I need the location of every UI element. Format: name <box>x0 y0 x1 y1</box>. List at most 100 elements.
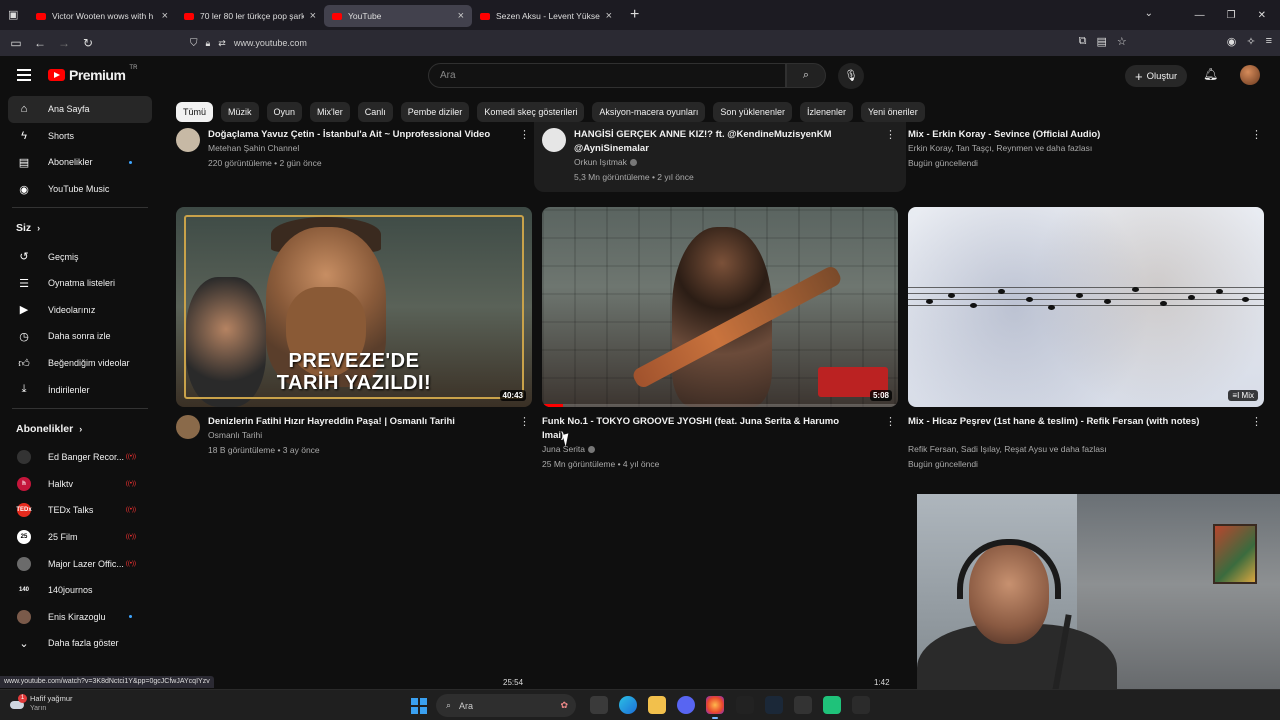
tab-list-icon[interactable]: ▣ <box>8 8 18 21</box>
shield-icon[interactable]: ⛉ <box>190 38 198 49</box>
filter-chip[interactable]: Oyun <box>266 102 303 122</box>
picture-in-picture-icon[interactable]: ⧉ <box>1079 35 1087 48</box>
close-tab-icon[interactable]: × <box>162 10 168 22</box>
sidebar-item-oynatma-listeleri[interactable]: ☰ Oynatma listeleri <box>0 270 160 297</box>
address-bar[interactable]: ⛉ 🔒︎ ⇄ www.youtube.com <box>190 38 307 49</box>
sidebar-section-subscriptions[interactable]: Abonelikler › <box>0 414 160 444</box>
restore-icon[interactable]: ❐ <box>1227 10 1236 21</box>
create-button[interactable]: + Oluştur <box>1125 65 1188 87</box>
more-options-icon[interactable]: ⋮ <box>519 128 530 141</box>
filter-chip[interactable]: Yeni öneriler <box>860 102 925 122</box>
channel-name[interactable]: Refik Fersan, Sadi Işılay, Reşat Aysu ve… <box>908 444 1107 454</box>
avatar[interactable] <box>1240 65 1260 85</box>
filter-chip[interactable]: Canlı <box>357 102 393 122</box>
browser-tab-active[interactable]: YouTube × <box>324 5 472 27</box>
windows-start-icon[interactable] <box>411 698 427 714</box>
file-explorer-icon[interactable] <box>648 696 666 714</box>
search-button[interactable]: ⌕ <box>786 63 826 88</box>
channel-name[interactable]: Erkin Koray, Tan Taşçı, Reynmen ve daha … <box>908 143 1092 153</box>
sidebar-item-beğendiğim-videolar[interactable]: 👍︎ Beğendiğim videolar <box>0 350 160 377</box>
close-tab-icon[interactable]: × <box>606 10 612 22</box>
video-title[interactable]: Mix - Erkin Koray - Sevince (Official Au… <box>908 128 1218 142</box>
filter-chip[interactable]: Komedi skeç gösterileri <box>477 102 585 122</box>
channel-name[interactable]: Osmanlı Tarihi <box>208 430 262 440</box>
url-text[interactable]: www.youtube.com <box>234 38 307 48</box>
bookmark-star-icon[interactable]: ☆ <box>1117 35 1127 48</box>
sidebar-subscription-item[interactable]: TEDx TEDx Talks ((•)) <box>0 497 160 524</box>
youtube-premium-logo[interactable]: Premium TR <box>48 65 137 83</box>
more-options-icon[interactable]: ⋮ <box>1251 128 1262 141</box>
sidebar-subscription-item[interactable]: Enis Kirazoglu <box>0 604 160 631</box>
app-icon[interactable] <box>823 696 841 714</box>
channel-avatar[interactable] <box>176 415 200 439</box>
edge-browser-icon[interactable] <box>619 696 637 714</box>
filter-chip[interactable]: İzlenenler <box>799 102 853 122</box>
taskbar-search[interactable]: ⌕ Ara ✿ <box>436 694 576 717</box>
discord-icon[interactable] <box>677 696 695 714</box>
more-options-icon[interactable]: ⋮ <box>1251 415 1262 428</box>
settings-gear-icon[interactable] <box>794 696 812 714</box>
reload-icon[interactable]: ↻ <box>76 36 100 50</box>
video-title[interactable]: HANGİSİ GERÇEK ANNE KIZ!? ft. @KendineMu… <box>574 128 884 156</box>
close-tab-icon[interactable]: × <box>458 10 464 22</box>
channel-avatar[interactable] <box>176 128 200 152</box>
close-tab-icon[interactable]: × <box>310 10 316 22</box>
video-thumbnail[interactable]: 5:08 <box>542 207 898 407</box>
video-title[interactable]: Denizlerin Fatihi Hızır Hayreddin Paşa! … <box>208 415 518 429</box>
sidebar-item-geçmiş[interactable]: ↺ Geçmiş <box>0 243 160 270</box>
permissions-icon[interactable]: ⇄ <box>218 38 226 49</box>
back-icon[interactable]: ← <box>28 36 52 50</box>
sidebar-section-you[interactable]: Siz › <box>0 213 160 243</box>
weather-widget[interactable]: 1 Hafif yağmur Yarın <box>8 694 73 714</box>
browser-tab-2[interactable]: 70 ler 80 ler türkçe pop şarkıları × <box>176 5 324 27</box>
sidebar-item-i-ndirilenler[interactable]: ⤓ İndirilenler <box>0 376 160 403</box>
notifications-bell-icon[interactable]: 🔔︎ <box>1203 67 1218 81</box>
firefox-icon[interactable] <box>706 696 724 719</box>
epic-games-icon[interactable] <box>852 696 870 714</box>
voice-search-button[interactable]: 🎙︎ <box>838 63 864 89</box>
more-options-icon[interactable]: ⋮ <box>885 128 896 141</box>
account-icon[interactable]: ◉ <box>1227 35 1237 48</box>
filter-chip[interactable]: Tümü <box>176 102 214 122</box>
sidebar-item-youtube-music[interactable]: ◉ YouTube Music <box>0 176 160 203</box>
forward-icon[interactable]: → <box>52 36 76 50</box>
steam-icon[interactable] <box>765 696 783 714</box>
close-window-icon[interactable]: ✕ <box>1258 10 1266 21</box>
minimize-icon[interactable]: — <box>1195 10 1205 21</box>
channel-name[interactable]: Orkun Işıtmak <box>574 157 637 167</box>
sidebar-toggle-icon[interactable]: ▭ <box>4 36 28 50</box>
new-tab-button[interactable]: + <box>630 6 639 24</box>
sidebar-item-shorts[interactable]: ϟ Shorts <box>0 123 160 150</box>
sidebar-subscription-item[interactable]: Major Lazer Offic... ((•)) <box>0 550 160 577</box>
filter-chip[interactable]: Son yüklenenler <box>713 102 792 122</box>
search-input[interactable]: Ara <box>428 63 786 88</box>
sidebar-subscription-item[interactable]: 25 25 Film ((•)) <box>0 524 160 551</box>
sidebar-subscription-item[interactable]: 140 140journos <box>0 577 160 604</box>
sidebar-subscription-item[interactable]: Ed Banger Recor... ((•)) <box>0 444 160 471</box>
sidebar-item-abonelikler[interactable]: ▤ Abonelikler <box>0 149 160 176</box>
video-title[interactable]: Doğaçlama Yavuz Çetin - İstanbul'a Ait ~… <box>208 128 518 142</box>
show-more-button[interactable]: ⌄ Daha fazla göster <box>0 630 160 657</box>
video-thumbnail[interactable]: PREVEZE'DE TARİH YAZILDI! 40:43 <box>176 207 532 407</box>
browser-tab-1[interactable]: Victor Wooten wows with h × <box>28 5 176 27</box>
sidebar-item-videolarınız[interactable]: ▶ Videolarınız <box>0 297 160 324</box>
hamburger-menu-icon[interactable] <box>17 69 31 84</box>
extensions-icon[interactable]: ✧ <box>1246 35 1255 48</box>
channel-name[interactable]: Metehan Şahin Channel <box>208 143 299 153</box>
video-title[interactable]: Mix - Hicaz Peşrev (1st hane & teslim) -… <box>908 415 1218 429</box>
filter-chip[interactable]: Pembe diziler <box>400 102 470 122</box>
filter-chip[interactable]: Aksiyon-macera oyunları <box>592 102 706 122</box>
chevron-down-icon[interactable]: ⌄ <box>1145 8 1153 19</box>
browser-tab-4[interactable]: Sezen Aksu - Levent Yüksel - Se × <box>472 5 620 27</box>
lock-icon[interactable]: 🔒︎ <box>206 38 211 49</box>
reader-view-icon[interactable]: ▤ <box>1096 35 1106 48</box>
filter-chip[interactable]: Mix'ler <box>310 102 350 122</box>
task-view-icon[interactable] <box>590 696 608 714</box>
menu-icon[interactable]: ≡ <box>1266 35 1272 48</box>
more-options-icon[interactable]: ⋮ <box>519 415 530 428</box>
app-icon[interactable] <box>736 696 754 714</box>
filter-chip[interactable]: Müzik <box>221 102 259 122</box>
sidebar-item-daha-sonra-izle[interactable]: ◷ Daha sonra izle <box>0 323 160 350</box>
video-thumbnail[interactable]: ≡I Mix <box>908 207 1264 407</box>
channel-avatar[interactable] <box>542 128 566 152</box>
